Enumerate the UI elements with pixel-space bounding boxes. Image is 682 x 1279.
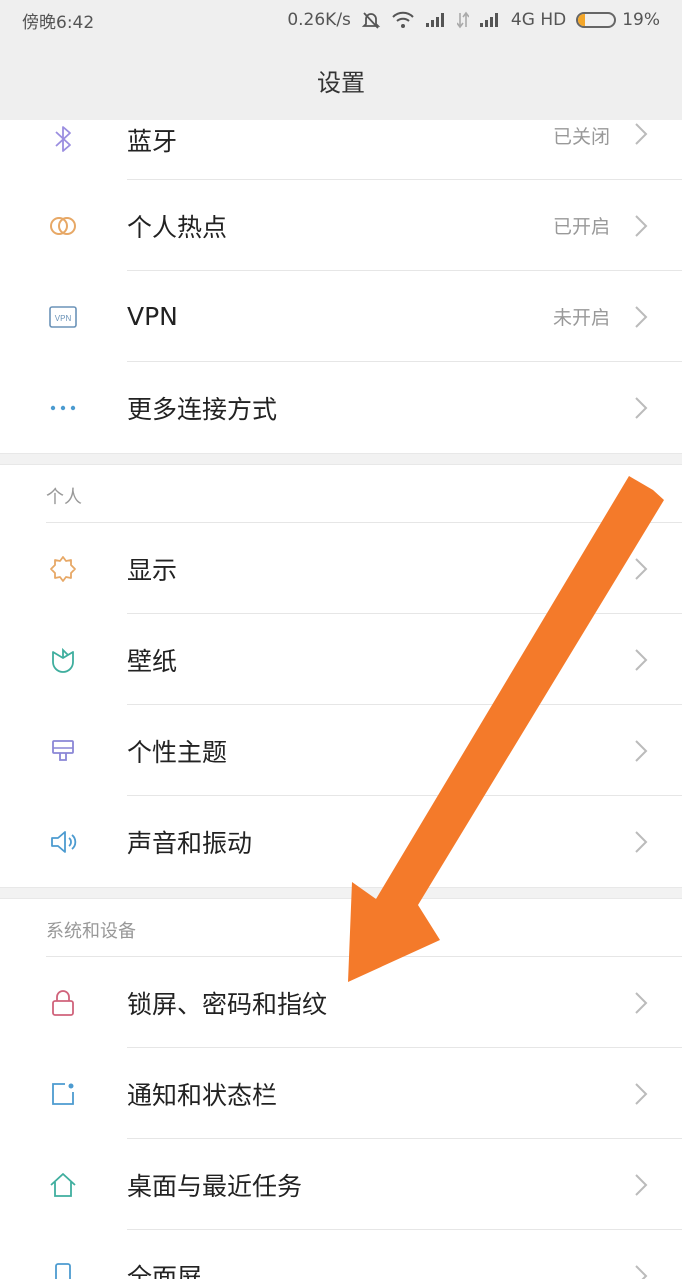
settings-row-lock-screen[interactable]: 锁屏、密码和指纹: [0, 957, 682, 1048]
battery: 19%: [576, 10, 660, 30]
chevron-right-icon: [635, 557, 648, 580]
wifi-icon: [391, 11, 415, 29]
title-bar: 设置: [0, 40, 682, 120]
settings-row-label: 全面屏: [127, 1262, 203, 1279]
vpn-icon-text: VPN: [55, 314, 72, 323]
section-gap: [0, 453, 682, 465]
chevron-right-icon: [635, 991, 648, 1014]
settings-row-bluetooth[interactable]: 蓝牙 已关闭: [0, 120, 682, 180]
settings-row-label: 声音和振动: [127, 828, 253, 858]
page-title: 设置: [317, 68, 365, 97]
settings-row-label: VPN: [127, 302, 178, 331]
chevron-right-icon: [635, 123, 648, 145]
settings-list: 蓝牙 已关闭 个人热点 已开启 VPN VPN 未开启 更多连接方式 个人 显示…: [0, 120, 682, 1279]
vpn-icon: VPN: [46, 300, 80, 334]
fullscreen-phone-icon: [46, 1259, 80, 1279]
section-title: 系统和设备: [46, 921, 136, 942]
section-title: 个人: [46, 487, 82, 508]
signal-icon-2: [479, 12, 501, 28]
bluetooth-icon: [46, 122, 80, 156]
data-transfer-icon: [456, 11, 469, 29]
mute-bell-icon: [361, 10, 381, 30]
chevron-right-icon: [635, 648, 648, 671]
status-bar: 傍晚6:42 0.26K/s 4G HD 19%: [0, 0, 682, 40]
settings-row-hotspot[interactable]: 个人热点 已开启: [0, 180, 682, 271]
hotspot-icon: [46, 209, 80, 243]
settings-row-label: 壁纸: [127, 646, 178, 676]
battery-icon: [576, 12, 617, 28]
settings-row-status: 已关闭: [552, 126, 610, 148]
settings-row-label: 个性主题: [127, 737, 228, 767]
settings-row-status: 已开启: [552, 216, 610, 238]
settings-row-display[interactable]: 显示: [0, 523, 682, 614]
chevron-right-icon: [635, 214, 648, 237]
settings-row-sound[interactable]: 声音和振动: [0, 796, 682, 887]
section-header-system: 系统和设备: [0, 899, 682, 957]
notification-icon: [46, 1077, 80, 1111]
home-icon: [46, 1168, 80, 1202]
network-type: 4G HD: [510, 10, 567, 30]
settings-row-theme[interactable]: 个性主题: [0, 705, 682, 796]
settings-row-wallpaper[interactable]: 壁纸: [0, 614, 682, 705]
chevron-right-icon: [635, 1082, 648, 1105]
chevron-right-icon: [635, 1173, 648, 1196]
more-dots-icon: [46, 391, 80, 425]
settings-row-desktop[interactable]: 桌面与最近任务: [0, 1139, 682, 1230]
settings-row-status: 未开启: [552, 307, 610, 329]
settings-row-label: 蓝牙: [127, 127, 178, 156]
lock-icon: [46, 986, 80, 1020]
battery-level: [578, 14, 586, 26]
settings-row-fullscreen[interactable]: 全面屏: [0, 1230, 682, 1279]
speaker-icon: [46, 825, 80, 859]
net-speed: 0.26K/s: [287, 10, 351, 30]
settings-row-label: 个人热点: [127, 212, 228, 242]
display-sun-icon: [46, 552, 80, 586]
theme-brush-icon: [46, 734, 80, 768]
settings-row-label: 桌面与最近任务: [127, 1171, 303, 1201]
battery-percent: 19%: [622, 10, 660, 30]
section-gap: [0, 887, 682, 899]
chevron-right-icon: [635, 1264, 648, 1279]
chevron-right-icon: [635, 396, 648, 419]
settings-row-label: 通知和状态栏: [127, 1080, 278, 1110]
settings-row-vpn[interactable]: VPN VPN 未开启: [0, 271, 682, 362]
status-time: 傍晚6:42: [22, 12, 95, 33]
wallpaper-flower-icon: [46, 643, 80, 677]
status-indicators: 0.26K/s 4G HD 19%: [287, 10, 660, 30]
chevron-right-icon: [635, 739, 648, 762]
chevron-right-icon: [635, 830, 648, 853]
chevron-right-icon: [635, 305, 648, 328]
settings-row-label: 更多连接方式: [127, 394, 278, 424]
settings-row-label: 显示: [127, 555, 178, 585]
section-header-personal: 个人: [0, 465, 682, 523]
settings-row-label: 锁屏、密码和指纹: [127, 989, 328, 1019]
settings-row-more-connections[interactable]: 更多连接方式: [0, 362, 682, 453]
settings-row-notifications[interactable]: 通知和状态栏: [0, 1048, 682, 1139]
signal-icon: [425, 12, 447, 28]
